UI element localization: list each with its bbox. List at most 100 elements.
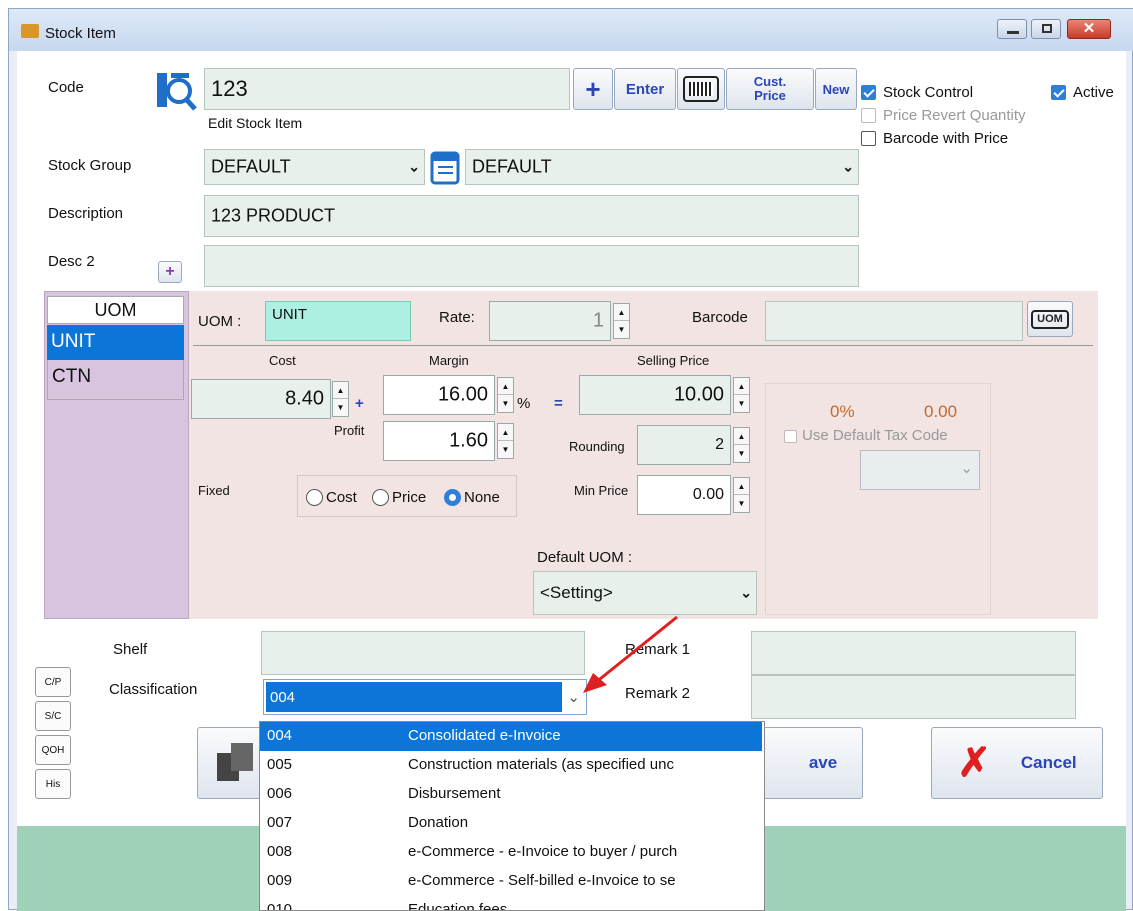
uom-code-input[interactable]: UNIT: [265, 301, 411, 341]
uom-detail-panel: UOM : UNIT Rate: 1 ▲ ▼ Barcode UOM Cost M…: [189, 291, 1098, 619]
profit-spinner[interactable]: ▲ ▼: [497, 423, 514, 459]
tax-amount: 0.00: [924, 402, 958, 421]
fixed-none-label: None: [464, 489, 500, 506]
dropdown-option[interactable]: 010 Education fees: [260, 896, 762, 910]
classification-dropdown-list[interactable]: 004 Consolidated e-Invoice 005 Constructio…: [259, 721, 765, 911]
barcode-button[interactable]: [677, 68, 725, 110]
min-price-spinner[interactable]: ▲ ▼: [733, 477, 750, 513]
fixed-price-radio[interactable]: [372, 489, 389, 506]
dropdown-option[interactable]: 005 Construction materials (as specified …: [260, 751, 762, 780]
cust-price-button[interactable]: Cust. Price: [726, 68, 814, 110]
cost-input[interactable]: 8.40: [191, 379, 331, 419]
selling-price-label: Selling Price: [637, 353, 710, 368]
stock-group-desc-select[interactable]: DEFAULT ⌄: [465, 149, 859, 185]
stock-control-checkbox[interactable]: [861, 85, 876, 100]
uom-item-unit[interactable]: UNIT: [47, 325, 184, 360]
rounding-spinner[interactable]: ▲ ▼: [733, 427, 750, 463]
code-input[interactable]: 123: [204, 68, 570, 110]
profit-label: Profit: [334, 423, 365, 438]
cp-button[interactable]: C/P: [35, 667, 71, 697]
uom-barcode-button[interactable]: UOM: [1027, 301, 1073, 337]
dropdown-option[interactable]: 007 Donation: [260, 809, 762, 838]
desc2-label: Desc 2: [48, 253, 95, 270]
fixed-cost-radio[interactable]: [306, 489, 323, 506]
new-button[interactable]: New: [815, 68, 857, 110]
selling-price-spinner[interactable]: ▲ ▼: [733, 377, 750, 413]
fixed-none-radio[interactable]: [444, 489, 461, 506]
enter-button[interactable]: Enter: [614, 68, 676, 110]
margin-spinner[interactable]: ▲ ▼: [497, 377, 514, 413]
cancel-x-icon: ✗: [957, 741, 991, 785]
dropdown-option[interactable]: 006 Disbursement: [260, 780, 762, 809]
uom-list-panel: UOM UNIT CTN: [44, 291, 189, 619]
use-default-tax-label: Use Default Tax Code: [802, 427, 948, 444]
chevron-down-icon: ⌄: [740, 584, 752, 601]
stock-control-label: Stock Control: [883, 84, 974, 101]
barcode-icon: UOM: [1031, 309, 1069, 329]
profit-input[interactable]: 1.60: [383, 421, 495, 461]
stock-group-label: Stock Group: [48, 157, 132, 174]
cancel-button[interactable]: ✗ Cancel: [931, 727, 1103, 799]
his-button[interactable]: His: [35, 769, 71, 799]
plus-sign: +: [355, 395, 364, 412]
selling-price-input[interactable]: 10.00: [579, 375, 731, 415]
barcode-with-price-checkbox[interactable]: [861, 131, 876, 146]
chevron-down-icon: ⌄: [408, 158, 420, 175]
uom-list-header: UOM: [47, 296, 184, 324]
price-revert-checkbox: [861, 108, 876, 123]
rounding-label: Rounding: [569, 439, 625, 454]
rounding-input[interactable]: 2: [637, 425, 731, 465]
title-bar: Stock Item ✕: [9, 9, 1133, 51]
remark2-input[interactable]: [751, 675, 1076, 719]
chevron-down-icon: ⌄: [842, 158, 854, 175]
group-lookup-icon[interactable]: [429, 149, 463, 185]
shelf-input[interactable]: [261, 631, 585, 675]
fixed-cost-label: Cost: [326, 489, 357, 506]
desc2-add-button[interactable]: +: [158, 261, 182, 283]
app-icon: [21, 24, 39, 38]
dropdown-option[interactable]: 008 e-Commerce - e-Invoice to buyer / pur…: [260, 838, 762, 867]
uom-barcode-input[interactable]: [765, 301, 1023, 341]
shelf-label: Shelf: [113, 641, 148, 658]
active-label: Active: [1073, 84, 1114, 101]
dropdown-option[interactable]: 004 Consolidated e-Invoice: [260, 722, 762, 751]
percent-sign: %: [517, 395, 531, 412]
barcode-with-price-label: Barcode with Price: [883, 130, 1009, 147]
margin-label: Margin: [429, 353, 469, 368]
maximize-button[interactable]: [1031, 19, 1061, 39]
code-label: Code: [48, 79, 84, 96]
edit-mode-label: Edit Stock Item: [208, 115, 303, 131]
search-icon[interactable]: [155, 71, 197, 113]
annotation-arrow: [583, 615, 678, 693]
rate-spinner: ▲ ▼: [613, 303, 630, 339]
uom-item-ctn[interactable]: CTN: [47, 360, 184, 400]
min-price-label: Min Price: [574, 483, 629, 498]
save-button[interactable]: ave: [763, 727, 863, 799]
desc2-input[interactable]: [204, 245, 859, 287]
qoh-button[interactable]: QOH: [35, 735, 71, 765]
default-uom-select[interactable]: <Setting> ⌄: [533, 571, 757, 615]
classification-value: 004: [266, 682, 562, 712]
fixed-price-label: Price: [392, 489, 427, 506]
active-checkbox[interactable]: [1051, 85, 1066, 100]
minimize-button[interactable]: [997, 19, 1027, 39]
description-label: Description: [48, 205, 124, 222]
description-input[interactable]: 123 PRODUCT: [204, 195, 859, 237]
margin-input[interactable]: 16.00: [383, 375, 495, 415]
stock-item-window: Stock Item ✕ Code 123 Edit Stock Item + …: [8, 8, 1133, 911]
stock-group-select[interactable]: DEFAULT ⌄: [204, 149, 425, 185]
sc-button[interactable]: S/C: [35, 701, 71, 731]
copy-icon: [217, 743, 257, 783]
form-client-area: Code 123 Edit Stock Item + Enter Cust. P…: [17, 51, 1126, 911]
classification-select[interactable]: 004 ⌄: [263, 679, 587, 715]
dropdown-option[interactable]: 009 e-Commerce - Self-billed e-Invoice to…: [260, 867, 762, 896]
tax-code-select: ⌄: [860, 450, 980, 490]
add-button[interactable]: +: [573, 68, 613, 110]
remark1-input[interactable]: [751, 631, 1076, 675]
close-button[interactable]: ✕: [1067, 19, 1111, 39]
default-uom-label: Default UOM :: [537, 549, 633, 566]
rate-label: Rate:: [439, 309, 475, 326]
cost-label: Cost: [269, 353, 296, 368]
min-price-input[interactable]: 0.00: [637, 475, 731, 515]
cost-spinner[interactable]: ▲ ▼: [332, 381, 349, 417]
